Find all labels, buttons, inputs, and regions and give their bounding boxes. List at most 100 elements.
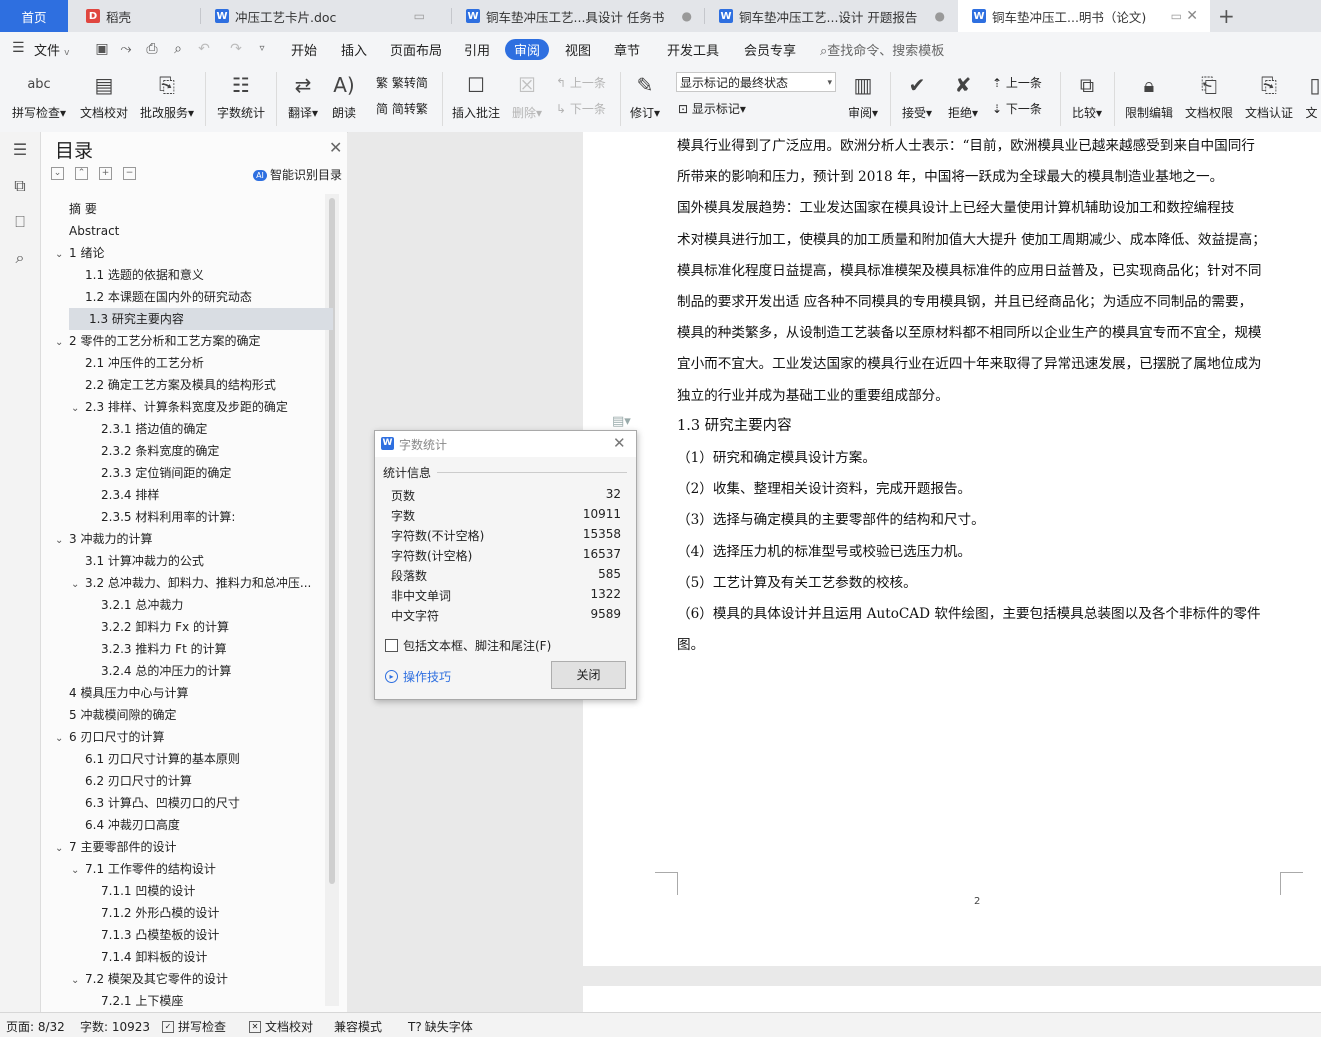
show-markup-button[interactable]: ⊡ 显示标记▾ xyxy=(678,100,746,117)
toc-item[interactable]: 6.2 刃口尺寸的计算 xyxy=(41,770,351,792)
document-next-page[interactable] xyxy=(583,986,1321,1012)
export-icon[interactable]: ⤳ xyxy=(118,41,134,57)
menu-review[interactable]: 审阅 xyxy=(505,39,550,60)
toc-item[interactable]: 2.3.2 条料宽度的确定 xyxy=(41,440,367,462)
toc-item[interactable]: 3.2.2 卸料力 Fx 的计算 xyxy=(41,616,367,638)
toc-item[interactable]: 2.3.1 搭边值的确定 xyxy=(41,418,367,440)
toc-item[interactable]: ⌄ 7.1 工作零件的结构设计 xyxy=(41,858,351,880)
compare-button[interactable]: ⧉ 比较▾ xyxy=(1068,66,1106,121)
toc-item[interactable]: 6.4 冲裁刃口高度 xyxy=(41,814,351,836)
toc-item[interactable]: 3.2.3 推料力 Ft 的计算 xyxy=(41,638,367,660)
chevron-down-icon[interactable]: ⌄ xyxy=(71,860,85,880)
new-tab-button[interactable]: + xyxy=(1218,4,1235,28)
chevron-down-icon[interactable]: ⌄ xyxy=(55,332,69,352)
simp-to-trad-button[interactable]: 简 简转繁 xyxy=(376,100,428,117)
close-icon[interactable]: ✕ xyxy=(329,138,342,157)
translate-button[interactable]: ⇄ 翻译▾ xyxy=(284,66,322,121)
tab-doc-1[interactable]: W 冲压工艺卡片.doc ▭ xyxy=(201,0,451,32)
chevron-down-icon[interactable]: ⌄ xyxy=(55,530,69,550)
plus-icon[interactable]: + xyxy=(99,167,112,180)
undo-icon[interactable]: ↶ xyxy=(196,41,212,57)
collapse-all-icon[interactable]: ⌄ xyxy=(51,167,64,180)
smart-toc-button[interactable]: AI 智能识别目录 xyxy=(253,166,342,183)
toc-item[interactable]: 2.3.3 定位销间距的确定 xyxy=(41,462,367,484)
markup-state-select[interactable]: 显示标记的最终状态 ▾ xyxy=(676,72,836,92)
chevron-down-icon[interactable]: ⌄ xyxy=(55,838,69,858)
doc-auth-button[interactable]: ⎘ 文档认证 xyxy=(1242,66,1296,121)
word-count-button[interactable]: ☷ 字数统计 xyxy=(214,66,268,121)
toc-item[interactable]: ⌄ 7 主要零部件的设计 xyxy=(41,836,335,858)
menu-chapter[interactable]: 章节 xyxy=(614,40,640,59)
chevron-down-icon[interactable]: ⌄ xyxy=(71,574,85,594)
chevron-down-icon[interactable]: ⌄ xyxy=(71,970,85,990)
toc-item[interactable]: 7.1.4 卸料板的设计 xyxy=(41,946,367,968)
prev-change-button[interactable]: ⇡ 上一条 xyxy=(992,74,1042,91)
tab-doc-2[interactable]: W 铜车垫冲压工艺...具设计 任务书 ● xyxy=(452,0,704,32)
menu-file[interactable]: 文件 v xyxy=(34,40,69,59)
toc-item[interactable]: 2.2 确定工艺方案及模具的结构形式 xyxy=(41,374,351,396)
reject-button[interactable]: ✘ 拒绝▾ xyxy=(944,66,982,121)
toc-item[interactable]: 3.2.1 总冲裁力 xyxy=(41,594,367,616)
missing-font-status[interactable]: T? 缺失字体 xyxy=(408,1018,473,1035)
chapter-nav-icon[interactable]: ⧉ xyxy=(10,176,30,196)
close-button[interactable]: 关闭 xyxy=(551,661,626,689)
menu-member[interactable]: 会员专享 xyxy=(744,40,796,59)
chevron-down-icon[interactable]: ⌄ xyxy=(55,728,69,748)
toc-view-icon[interactable]: ☰ xyxy=(10,140,30,160)
redo-icon[interactable]: ↷ xyxy=(228,41,244,57)
toc-item[interactable]: 7.1.1 凹模的设计 xyxy=(41,880,367,902)
tips-link[interactable]: ▸ 操作技巧 xyxy=(385,668,451,685)
dialog-header[interactable]: W 字数统计 ✕ xyxy=(375,431,636,457)
toc-item[interactable]: ⌄ 2.3 排样、计算条料宽度及步距的确定 xyxy=(41,396,351,418)
toc-item[interactable]: 7.2.1 上下模座 xyxy=(41,990,367,1012)
menu-page-layout[interactable]: 页面布局 xyxy=(390,40,442,59)
accept-button[interactable]: ✔ 接受▾ xyxy=(898,66,936,121)
bookmark-icon[interactable]: ⎕ xyxy=(10,212,30,232)
search-commands[interactable]: ⌕查找命令、搜索模板 xyxy=(820,40,944,59)
restrict-edit-button[interactable]: 🔒︎ 限制编辑 xyxy=(1122,66,1176,121)
toc-item[interactable]: 摘 要 xyxy=(41,198,335,220)
close-icon[interactable]: ✕ xyxy=(1186,8,1198,24)
minus-icon[interactable]: − xyxy=(123,167,136,180)
menu-start[interactable]: 开始 xyxy=(291,40,317,59)
chevron-down-icon[interactable]: ⌄ xyxy=(71,398,85,418)
toc-item[interactable]: ⌄ 1 绪论 xyxy=(41,242,335,264)
compat-mode-status[interactable]: 兼容模式 xyxy=(334,1018,382,1035)
toc-item[interactable]: Abstract xyxy=(41,220,335,242)
toc-item[interactable]: 2.1 冲压件的工艺分析 xyxy=(41,352,351,374)
paragraph-layout-icon[interactable]: ▤▾ xyxy=(612,414,631,429)
menu-developer[interactable]: 开发工具 xyxy=(667,40,719,59)
spell-check-status[interactable]: ✓ 拼写检查 xyxy=(162,1018,226,1035)
doc-proof-button[interactable]: ▤ 文档校对 xyxy=(78,66,130,121)
print-icon[interactable]: ⎙ xyxy=(144,41,160,57)
search-icon[interactable]: ⌕ xyxy=(10,248,30,268)
toc-item[interactable]: 2.3.5 材料利用率的计算: xyxy=(41,506,367,528)
toc-item[interactable]: 1.3 研究主要内容 xyxy=(69,308,333,330)
menu-insert[interactable]: 插入 xyxy=(341,40,367,59)
toc-item[interactable]: 6.1 刃口尺寸计算的基本原则 xyxy=(41,748,351,770)
hamburger-icon[interactable]: ☰ xyxy=(12,40,25,56)
doc-proof-status[interactable]: ✕ 文档校对 xyxy=(249,1018,313,1035)
trad-to-simp-button[interactable]: 繁 繁转简 xyxy=(376,74,428,91)
doc-more-button[interactable]: ▯ 文 xyxy=(1302,66,1321,121)
print-preview-icon[interactable]: ⌕ xyxy=(170,41,186,57)
chevron-down-icon[interactable]: ⌄ xyxy=(55,244,69,264)
menu-view[interactable]: 视图 xyxy=(565,40,591,59)
toc-item[interactable]: 6.3 计算凸、凹模刃口的尺寸 xyxy=(41,792,351,814)
doc-permission-button[interactable]: ⎗ 文档权限 xyxy=(1182,66,1236,121)
toc-item[interactable]: 5 冲裁模间隙的确定 xyxy=(41,704,335,726)
next-comment-button[interactable]: ↳ 下一条 xyxy=(556,100,606,117)
toc-item[interactable]: 7.1.2 外形凸模的设计 xyxy=(41,902,367,924)
toc-item[interactable]: 1.2 本课题在国内外的研究动态 xyxy=(41,286,351,308)
toc-item[interactable]: ⌄ 7.2 模架及其它零件的设计 xyxy=(41,968,351,990)
toc-item[interactable]: ⌄ 2 零件的工艺分析和工艺方案的确定 xyxy=(41,330,335,352)
page-indicator[interactable]: 页面: 8/32 xyxy=(6,1018,65,1035)
tab-doc-4[interactable]: W 铜车垫冲压工...明书（论文) ▭ ✕ xyxy=(958,0,1210,32)
prev-comment-button[interactable]: ↰ 上一条 xyxy=(556,74,606,91)
customize-icon[interactable]: ▿ xyxy=(254,41,270,57)
toc-item[interactable]: 2.3.4 排样 xyxy=(41,484,367,506)
revise-button[interactable]: ✎ 修订▾ xyxy=(628,66,662,121)
toc-item[interactable]: ⌄ 3.2 总冲裁力、卸料力、推料力和总冲压... xyxy=(41,572,351,594)
menu-references[interactable]: 引用 xyxy=(464,40,490,59)
review-pane-button[interactable]: ▥ 审阅▾ xyxy=(846,66,880,121)
